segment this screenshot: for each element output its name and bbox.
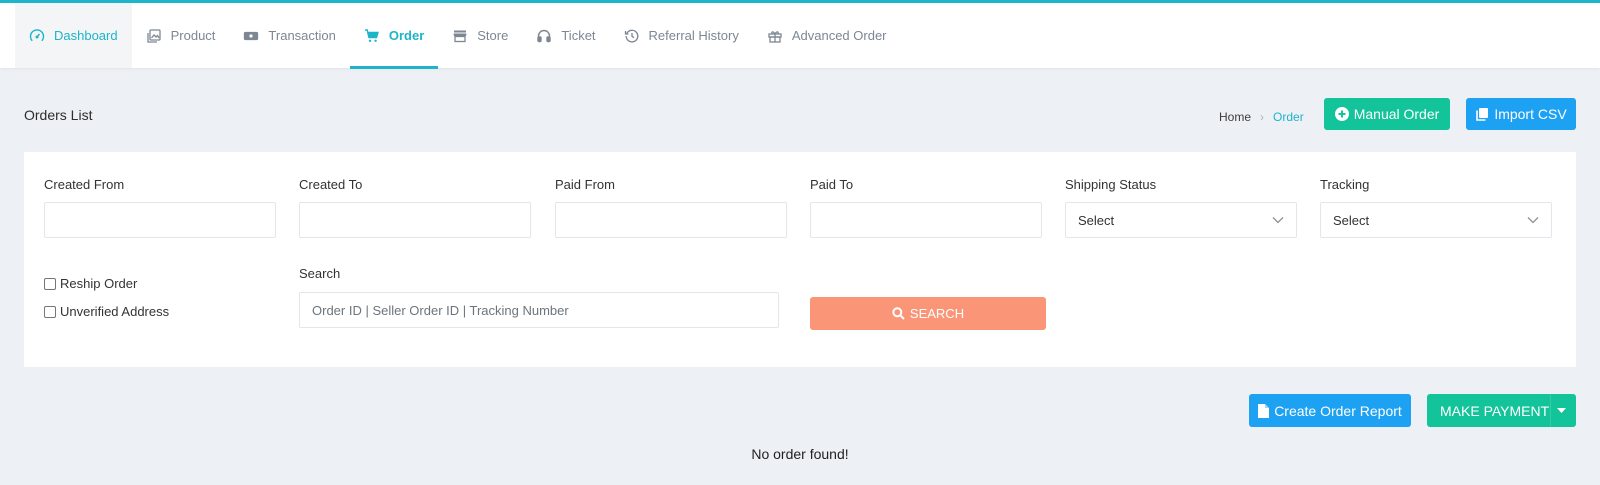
create-order-report-label: Create Order Report (1274, 402, 1402, 419)
nav-item-label: Referral History (648, 28, 739, 43)
caret-down-icon (1556, 408, 1566, 413)
store-icon (453, 30, 467, 42)
manual-order-label: Manual Order (1353, 106, 1440, 122)
created-to-field[interactable] (299, 202, 531, 238)
import-csv-button[interactable]: Import CSV (1466, 98, 1576, 130)
import-csv-label: Import CSV (1494, 106, 1567, 122)
nav-item-advanced-order[interactable]: Advanced Order (753, 3, 901, 68)
created-to-label: Created To (299, 177, 363, 192)
breadcrumb-home-link[interactable]: Home (1219, 110, 1251, 124)
nav-item-order[interactable]: Order (349, 3, 439, 69)
nav-item-store[interactable]: Store (438, 3, 522, 68)
created-from-label: Created From (44, 177, 125, 192)
paid-from-label: Paid From (555, 177, 615, 192)
page-title: Orders List (24, 107, 93, 123)
nav-item-label: Ticket (561, 28, 596, 43)
reship-order-label: Reship Order (60, 276, 138, 291)
tracking-select[interactable]: Select (1320, 202, 1552, 238)
search-input[interactable]: Order ID | Seller Order ID | Tracking Nu… (299, 292, 779, 328)
search-button[interactable]: SEARCH (810, 297, 1046, 330)
top-navigation-bar: Dashboard Product Transaction Order Stor… (0, 0, 1600, 69)
created-from-field[interactable] (44, 202, 276, 238)
make-payment-button[interactable]: MAKE PAYMENT (1427, 394, 1576, 427)
nav-item-label: Advanced Order (791, 28, 887, 43)
chevron-right-icon: › (1260, 110, 1265, 124)
make-payment-dropdown-toggle[interactable] (1550, 394, 1576, 427)
nav-item-ticket[interactable]: Ticket (522, 3, 609, 68)
chevron-down-icon (1272, 217, 1284, 224)
shipping-status-value: Select (1078, 212, 1115, 228)
create-order-report-button[interactable]: Create Order Report (1249, 394, 1411, 427)
unverified-address-label: Unverified Address (60, 304, 170, 319)
nav-item-label: Product (170, 28, 216, 43)
shipping-status-label: Shipping Status (1065, 177, 1157, 192)
manual-order-button[interactable]: Manual Order (1324, 98, 1450, 130)
search-label: Search (299, 266, 341, 281)
tracking-label: Tracking (1320, 177, 1370, 192)
unverified-address-checkbox[interactable]: Unverified Address (44, 304, 169, 319)
nav-item-label: Dashboard (54, 28, 118, 43)
search-button-label: SEARCH (909, 306, 965, 321)
nav-item-referral-history[interactable]: Referral History (610, 3, 753, 68)
main-nav: Dashboard Product Transaction Order Stor… (15, 3, 901, 69)
file-icon (1258, 403, 1270, 418)
search-icon (892, 307, 905, 320)
gift-icon (768, 30, 782, 43)
shipping-status-select[interactable]: Select (1065, 202, 1297, 238)
nav-item-label: Store (477, 28, 509, 43)
breadcrumb-current: Order (1273, 110, 1304, 124)
plus-circle-icon (1334, 107, 1349, 121)
product-gallery-icon (146, 28, 161, 43)
dashboard-gauge-icon (29, 28, 45, 41)
nav-item-label: Order (388, 28, 425, 43)
paid-to-field[interactable] (810, 202, 1042, 238)
checkbox-box[interactable] (44, 277, 56, 290)
checkbox-box[interactable] (44, 305, 56, 318)
history-icon (624, 29, 638, 42)
search-placeholder: Order ID | Seller Order ID | Tracking Nu… (312, 302, 569, 318)
empty-results-message: No order found! (751, 446, 849, 462)
chevron-down-icon (1527, 217, 1539, 224)
cart-icon (364, 28, 379, 42)
nav-item-transaction[interactable]: Transaction (229, 3, 349, 68)
paid-to-label: Paid To (810, 177, 854, 192)
nav-item-dashboard[interactable]: Dashboard (15, 3, 132, 68)
reship-order-checkbox[interactable]: Reship Order (44, 276, 137, 291)
nav-item-product[interactable]: Product (132, 3, 230, 68)
cash-icon (244, 31, 259, 40)
breadcrumb: Home › Order (1219, 110, 1304, 124)
paid-from-field[interactable] (555, 202, 787, 238)
nav-item-label: Transaction (268, 28, 336, 43)
copy-icon (1476, 108, 1489, 121)
make-payment-label: MAKE PAYMENT (1440, 402, 1550, 419)
headset-icon (537, 29, 552, 42)
tracking-value: Select (1333, 212, 1370, 228)
